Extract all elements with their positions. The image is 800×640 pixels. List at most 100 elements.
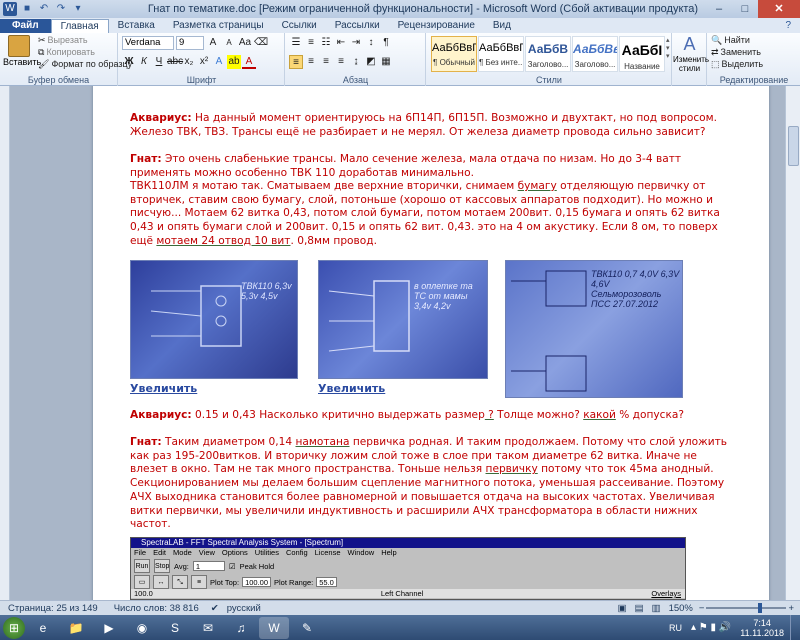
find-icon: 🔍 bbox=[711, 34, 723, 45]
redo-icon[interactable]: ↷ bbox=[54, 2, 68, 16]
taskbar-explorer-icon[interactable]: 📁 bbox=[61, 617, 91, 639]
align-left-icon[interactable]: ≡ bbox=[289, 55, 303, 69]
scrollbar-thumb[interactable] bbox=[788, 126, 799, 166]
clock[interactable]: 7:14 11.11.2018 bbox=[734, 618, 790, 638]
font-name-select[interactable]: Verdana bbox=[122, 36, 174, 50]
grow-font-icon[interactable]: A bbox=[206, 36, 220, 50]
style-no-spacing[interactable]: АаБбВвГг,¶ Без инте... bbox=[478, 36, 524, 72]
zoom-out-icon[interactable]: − bbox=[697, 603, 707, 614]
style-heading-2[interactable]: АаБбВв Заголово... bbox=[572, 36, 618, 72]
highlight-icon[interactable]: ab bbox=[227, 55, 241, 69]
show-desktop-button[interactable] bbox=[790, 615, 800, 640]
justify-icon[interactable]: ≡ bbox=[334, 55, 348, 69]
paragraph-1: Аквариус: На данный момент ориентируюсь … bbox=[130, 112, 717, 138]
proofing-icon[interactable]: ✔ bbox=[207, 603, 223, 614]
customize-qat-icon[interactable]: ▾ bbox=[71, 2, 85, 16]
style-heading-1[interactable]: АаБбВ Заголово... bbox=[525, 36, 571, 72]
decrease-indent-icon[interactable]: ⇤ bbox=[334, 36, 348, 50]
strikethrough-button[interactable]: abc bbox=[167, 55, 183, 69]
minimize-button[interactable]: – bbox=[706, 0, 732, 18]
tab-home[interactable]: Главная bbox=[50, 19, 109, 33]
photo-transformer-2[interactable]: в оплетке та ТС от мамы 3,4v 4,2v bbox=[318, 260, 488, 379]
tab-file[interactable]: Файл bbox=[0, 19, 51, 33]
change-styles-button[interactable]: A Изменить стили bbox=[673, 33, 709, 86]
photo-transformer-1[interactable]: ТВК110 6,3v 5,3v 4,5v bbox=[130, 260, 298, 379]
paste-button[interactable]: Вставить bbox=[3, 35, 41, 67]
tab-view[interactable]: Вид bbox=[484, 19, 520, 33]
style-title[interactable]: АаБбІ Название bbox=[619, 36, 665, 72]
increase-indent-icon[interactable]: ⇥ bbox=[349, 36, 363, 50]
undo-icon[interactable]: ↶ bbox=[37, 2, 51, 16]
taskbar-chrome-icon[interactable]: ◉ bbox=[127, 617, 157, 639]
borders-icon[interactable]: ▦ bbox=[379, 55, 393, 69]
subscript-button[interactable]: x₂ bbox=[182, 55, 196, 69]
word-count[interactable]: Число слов: 38 816 bbox=[106, 603, 207, 614]
spectralab-title: SpectraLAB - FFT Spectral Analysis Syste… bbox=[131, 538, 685, 548]
tab-references[interactable]: Ссылки bbox=[273, 19, 326, 33]
maximize-button[interactable]: □ bbox=[732, 0, 758, 18]
document-page[interactable]: Аквариус: На данный момент ориентируюсь … bbox=[93, 86, 769, 600]
styles-scroll-icon[interactable]: ▴ ▾ ▾ bbox=[666, 36, 672, 72]
view-reading-icon[interactable]: ▤ bbox=[631, 603, 648, 614]
zoom-level[interactable]: 150% bbox=[665, 603, 697, 614]
save-icon[interactable]: ■ bbox=[20, 2, 34, 16]
taskbar-media-icon[interactable]: ▶ bbox=[94, 617, 124, 639]
taskbar-word-icon[interactable]: W bbox=[259, 616, 289, 639]
paragraph-group: ☰ ≡ ☷ ⇤ ⇥ ↕ ¶ ≡ ≡ ≡ ≡ ↨ ◩ ▦ Абзац bbox=[286, 33, 426, 86]
vertical-scrollbar[interactable] bbox=[785, 86, 800, 600]
font-color-icon[interactable]: A bbox=[242, 55, 256, 69]
photo-transformer-3[interactable]: ТВК110 0,7 4,0V 6,3V 4,6V Сельморозоволь… bbox=[505, 260, 683, 398]
align-center-icon[interactable]: ≡ bbox=[304, 55, 318, 69]
shrink-font-icon[interactable]: A bbox=[222, 36, 236, 50]
tray-icons[interactable]: ▴ ⚑ ▮ 🔊 bbox=[688, 622, 734, 633]
brush-icon: 🖌 bbox=[38, 58, 50, 69]
zoom-slider[interactable] bbox=[706, 603, 787, 613]
taskbar-app-icon[interactable]: ✎ bbox=[292, 617, 322, 639]
tab-insert[interactable]: Вставка bbox=[109, 19, 164, 33]
language[interactable]: русский bbox=[223, 603, 265, 614]
word-icon[interactable]: W bbox=[3, 2, 17, 16]
taskbar-skype-icon[interactable]: S bbox=[160, 617, 190, 639]
enlarge-link-2[interactable]: Увеличить bbox=[318, 382, 385, 395]
help-icon[interactable]: ? bbox=[776, 19, 800, 33]
change-case-icon[interactable]: Aa bbox=[238, 36, 252, 50]
keyboard-language[interactable]: RU bbox=[663, 623, 688, 633]
tab-mailings[interactable]: Рассылки bbox=[326, 19, 389, 33]
spectralab-toolbar-2: ▭ ↔ ⤡ ≡ Plot Top: 100.00 Plot Range: 55.… bbox=[131, 575, 685, 589]
tab-page-layout[interactable]: Разметка страницы bbox=[164, 19, 273, 33]
close-button[interactable]: ✕ bbox=[758, 0, 800, 18]
underline-button[interactable]: Ч bbox=[152, 55, 166, 69]
copy-icon: ⧉ bbox=[38, 46, 45, 57]
view-print-layout-icon[interactable]: ▣ bbox=[614, 603, 631, 614]
pilcrow-icon[interactable]: ¶ bbox=[379, 36, 393, 50]
multilevel-list-icon[interactable]: ☷ bbox=[319, 36, 333, 50]
numbering-icon[interactable]: ≡ bbox=[304, 36, 318, 50]
select-button[interactable]: ⬚ Выделить bbox=[711, 58, 763, 70]
superscript-button[interactable]: x² bbox=[197, 55, 211, 69]
italic-button[interactable]: К bbox=[137, 55, 151, 69]
tab-review[interactable]: Рецензирование bbox=[389, 19, 484, 33]
page-counter[interactable]: Страница: 25 из 149 bbox=[0, 603, 106, 614]
clear-format-icon[interactable]: ⌫ bbox=[254, 36, 268, 50]
sort-icon[interactable]: ↕ bbox=[364, 36, 378, 50]
taskbar-app-icon[interactable]: ✉ bbox=[193, 617, 223, 639]
view-web-icon[interactable]: ▥ bbox=[648, 603, 665, 614]
font-group: Verdana 9 A A Aa ⌫ Ж К Ч abc x₂ x² A ab … bbox=[119, 33, 285, 86]
shading-icon[interactable]: ◩ bbox=[364, 55, 378, 69]
taskbar-app-icon[interactable]: ♫ bbox=[226, 617, 256, 639]
find-button[interactable]: 🔍 Найти bbox=[711, 34, 763, 46]
text-effects-icon[interactable]: A bbox=[212, 55, 226, 69]
status-bar: Страница: 25 из 149 Число слов: 38 816 ✔… bbox=[0, 600, 800, 615]
replace-button[interactable]: ⇄ Заменить bbox=[711, 46, 763, 58]
start-button[interactable]: ⊞ bbox=[3, 616, 25, 639]
align-right-icon[interactable]: ≡ bbox=[319, 55, 333, 69]
bullets-icon[interactable]: ☰ bbox=[289, 36, 303, 50]
bold-button[interactable]: Ж bbox=[122, 55, 136, 69]
taskbar-ie-icon[interactable]: e bbox=[28, 617, 58, 639]
font-size-select[interactable]: 9 bbox=[176, 36, 204, 50]
select-icon: ⬚ bbox=[711, 58, 720, 69]
line-spacing-icon[interactable]: ↨ bbox=[349, 55, 363, 69]
style-normal[interactable]: АаБбВвГг,¶ Обычный bbox=[431, 36, 477, 72]
zoom-in-icon[interactable]: + bbox=[786, 603, 800, 614]
enlarge-link-1[interactable]: Увеличить bbox=[130, 382, 197, 395]
